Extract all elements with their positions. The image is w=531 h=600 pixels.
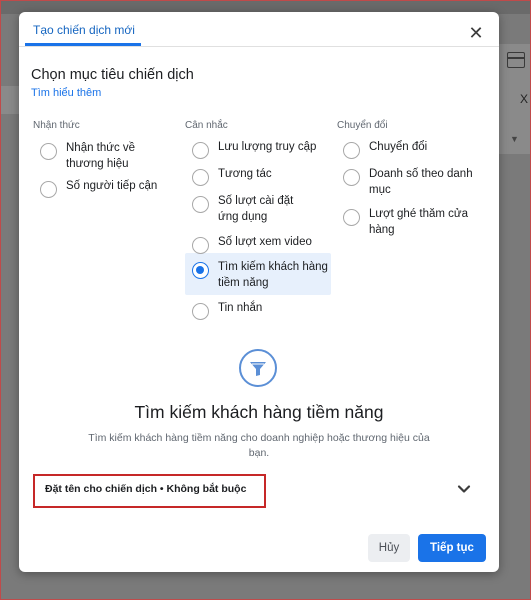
cancel-button[interactable]: Hủy <box>368 534 410 562</box>
radio-button[interactable] <box>192 303 209 320</box>
panel-icon <box>507 52 525 68</box>
option-messages[interactable]: Tin nhắn <box>192 300 332 320</box>
option-label: Lưu lượng truy cập <box>218 141 317 153</box>
radio-button[interactable] <box>343 209 360 226</box>
radio-button[interactable] <box>343 169 360 186</box>
option-label: Doanh số theo danh mục <box>369 168 473 196</box>
option-label: Số lượt cài đặt ứng dụng <box>218 195 294 223</box>
radio-button[interactable] <box>192 196 209 213</box>
radio-button[interactable] <box>40 181 57 198</box>
objective-description: Tìm kiếm khách hàng tiềm năng cho doanh … <box>88 432 430 459</box>
option-store-traffic[interactable]: Lượt ghé thăm cửa hàng <box>343 206 475 238</box>
radio-button[interactable] <box>192 237 209 254</box>
radio-button-selected[interactable] <box>192 262 209 279</box>
funnel-icon <box>239 349 277 387</box>
option-catalog-sales[interactable]: Doanh số theo danh mục <box>343 166 475 198</box>
radio-button[interactable] <box>343 142 360 159</box>
tab-divider <box>19 46 499 47</box>
continue-button[interactable]: Tiếp tục <box>418 534 486 562</box>
option-conversions[interactable]: Chuyển đổi <box>343 139 483 159</box>
option-label: Tin nhắn <box>218 302 263 314</box>
campaign-name-label: Đặt tên cho chiến dịch • Không bắt buộc <box>45 483 247 495</box>
option-engagement[interactable]: Tương tác <box>192 166 332 186</box>
column-header-consideration: Cân nhắc <box>185 120 228 131</box>
option-brand-awareness[interactable]: Nhận thức về thương hiệu <box>40 140 160 172</box>
option-label: Chuyển đổi <box>369 141 428 153</box>
backdrop-left-bar <box>0 86 20 114</box>
chevron-down-icon[interactable] <box>457 482 471 496</box>
radio-button[interactable] <box>192 169 209 186</box>
radio-button[interactable] <box>192 142 209 159</box>
option-reach[interactable]: Số người tiếp cận <box>40 178 180 198</box>
tab-create-campaign[interactable]: Tạo chiến dịch mới <box>33 23 135 37</box>
option-video-views[interactable]: Số lượt xem video <box>192 234 332 254</box>
option-label: Số người tiếp cận <box>66 180 158 192</box>
caret-down-icon: ▼ <box>510 134 519 144</box>
backdrop-x-text: X <box>520 92 529 106</box>
option-label: Tương tác <box>218 168 272 180</box>
column-header-conversion: Chuyển đổi <box>337 120 388 131</box>
create-campaign-dialog: Tạo chiến dịch mới ✕ Chọn mục tiêu chiến… <box>19 12 499 572</box>
radio-button[interactable] <box>40 143 57 160</box>
close-icon[interactable]: ✕ <box>465 22 487 44</box>
column-header-awareness: Nhận thức <box>33 120 80 131</box>
option-traffic[interactable]: Lưu lượng truy cập <box>192 139 332 159</box>
dialog-heading: Chọn mục tiêu chiến dịch <box>31 67 194 83</box>
option-label: Số lượt xem video <box>218 236 312 248</box>
learn-more-link[interactable]: Tìm hiểu thêm <box>31 87 101 99</box>
option-label: Lượt ghé thăm cửa hàng <box>369 208 469 236</box>
objective-title: Tìm kiếm khách hàng tiềm năng <box>134 402 384 422</box>
option-lead-generation[interactable]: Tìm kiếm khách hàng tiềm năng <box>192 259 330 291</box>
option-label: Tìm kiếm khách hàng tiềm năng <box>218 261 328 289</box>
option-label: Nhận thức về thương hiệu <box>66 142 136 170</box>
option-app-installs[interactable]: Số lượt cài đặt ứng dụng <box>192 193 310 225</box>
